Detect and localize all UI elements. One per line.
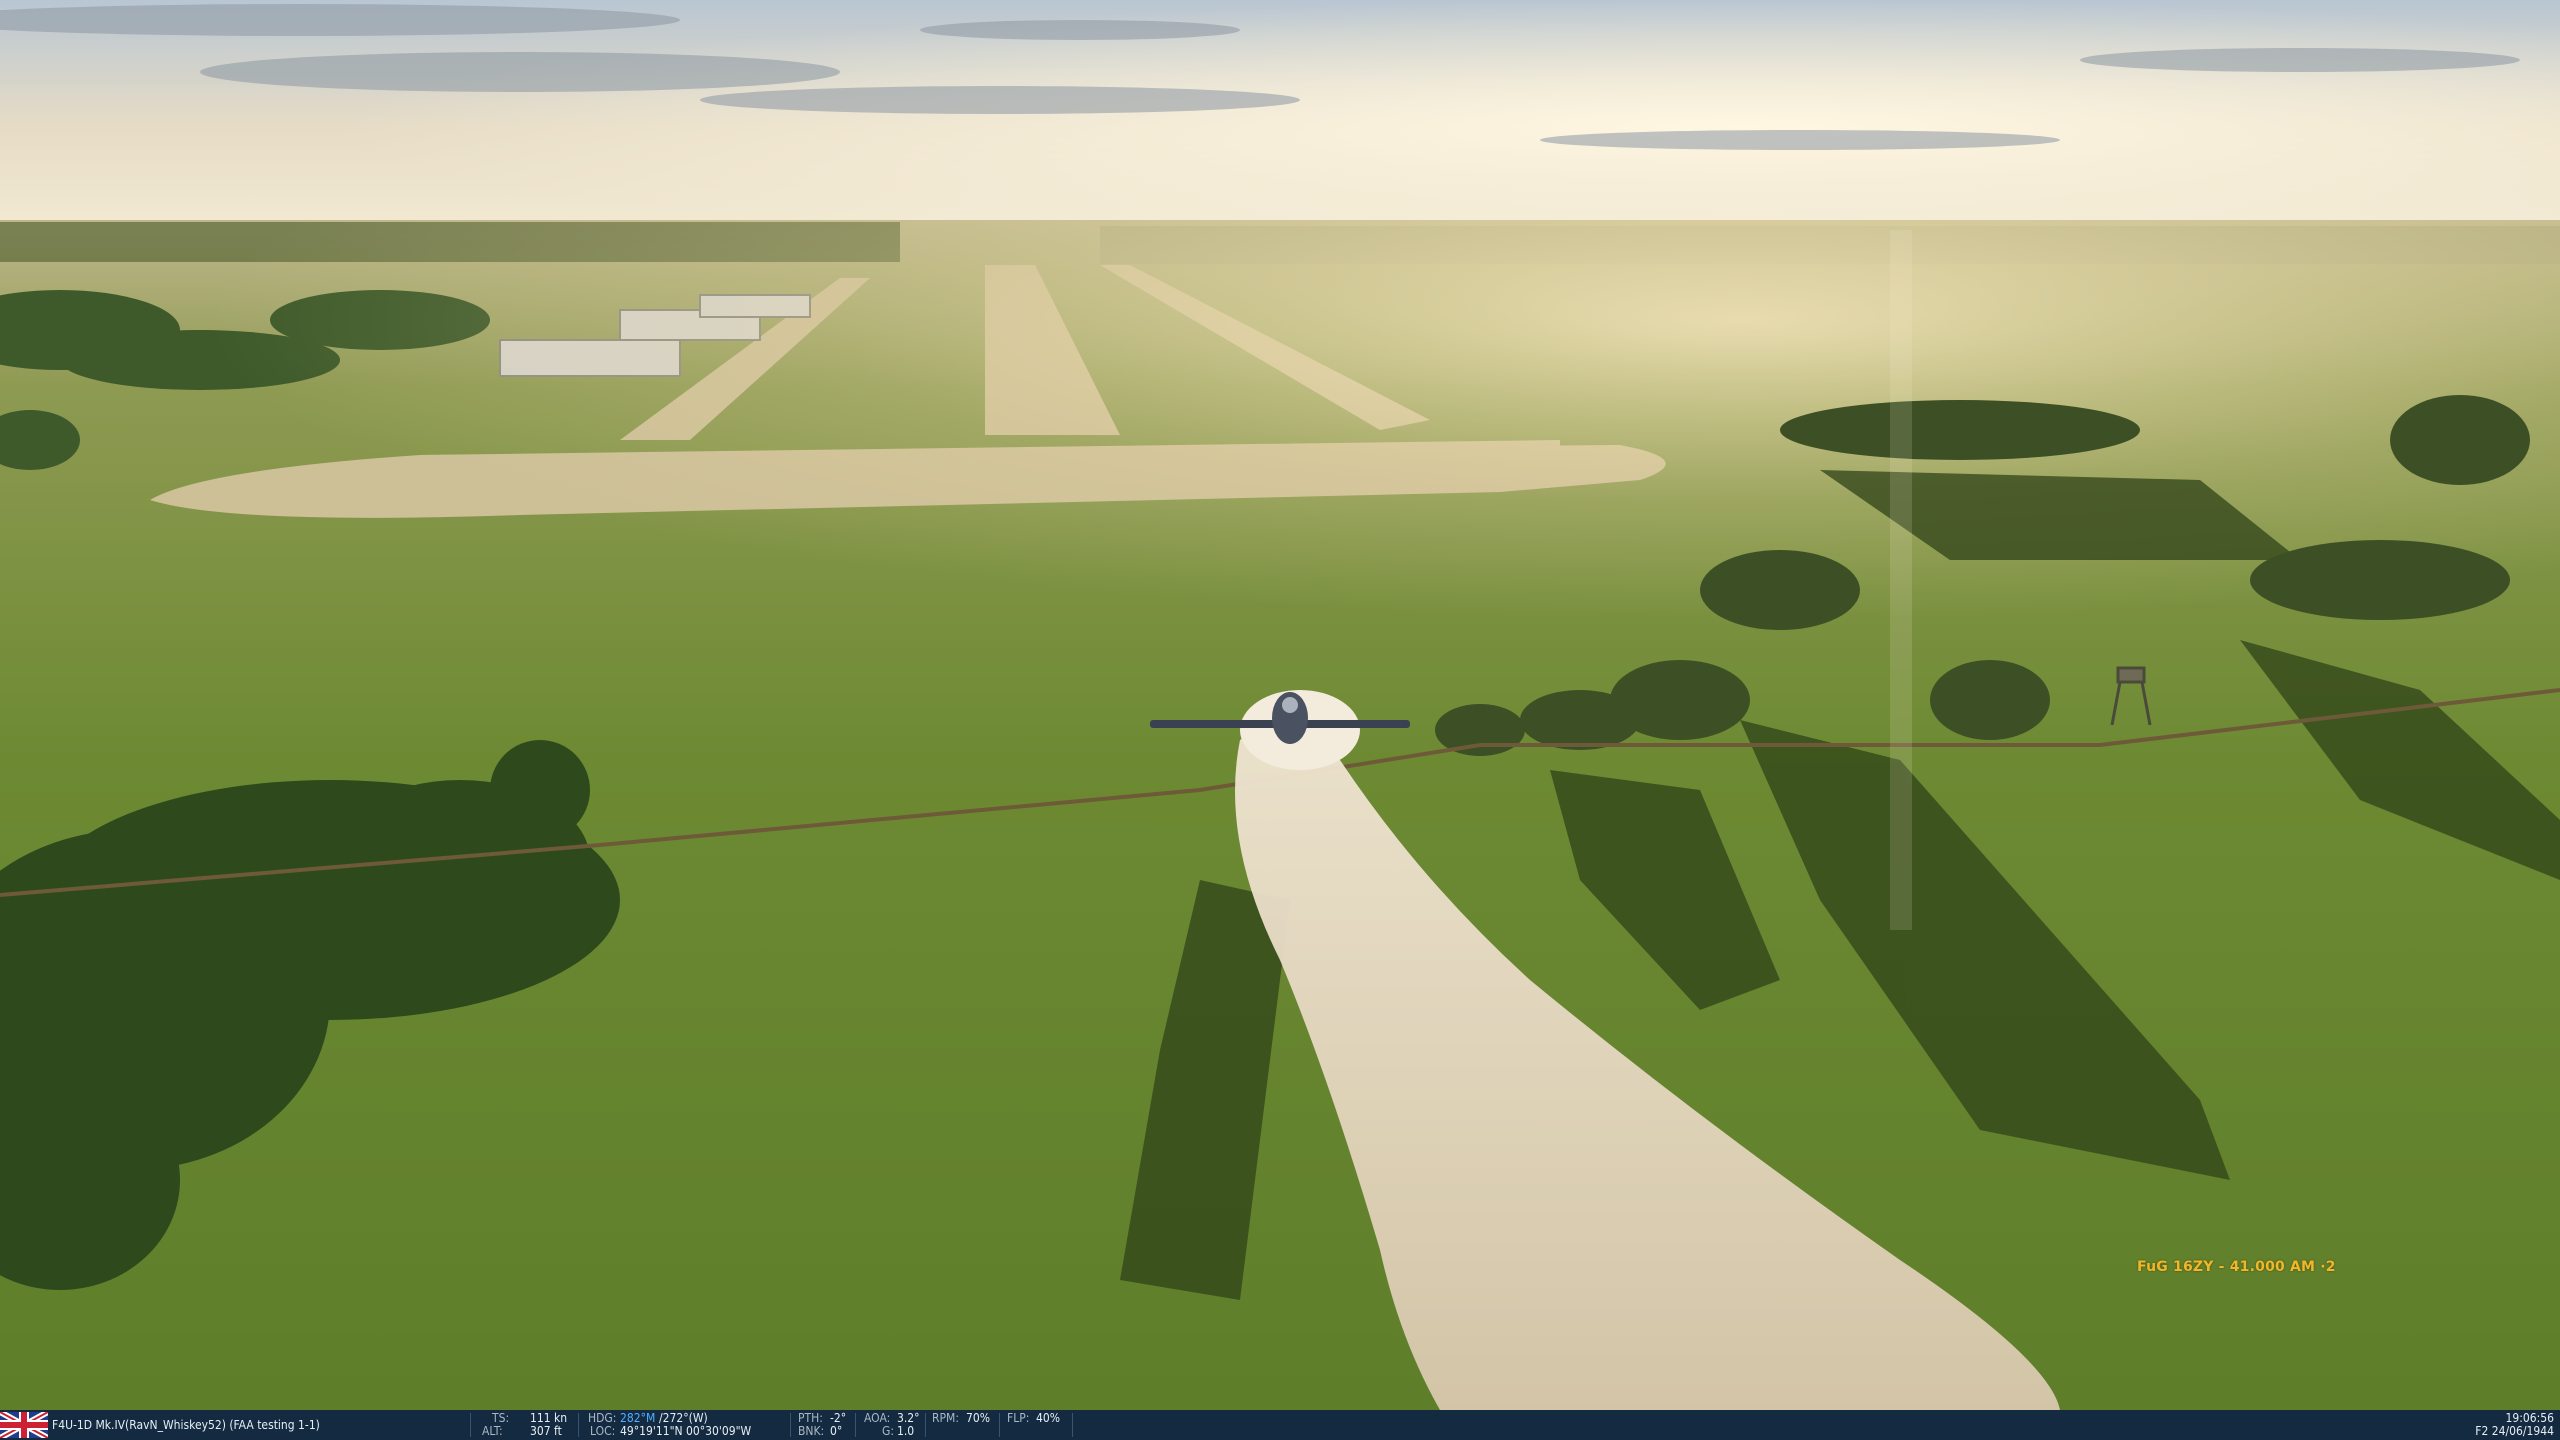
separator	[855, 1413, 856, 1437]
g-label: G:	[882, 1424, 895, 1438]
bnk-value: 0°	[830, 1424, 843, 1438]
rpm-label: RPM:	[932, 1411, 959, 1425]
uk-flag-icon	[0, 1412, 48, 1438]
status-bar: F4U-1D Mk.IV(RavN_Whiskey52) (FAA testin…	[0, 1410, 2560, 1440]
flp-value: 40%	[1036, 1411, 1060, 1425]
game-viewport	[0, 0, 2560, 1410]
alt-value: 307 ft	[530, 1424, 562, 1438]
separator	[1072, 1413, 1073, 1437]
g-value: 1.0	[897, 1424, 915, 1438]
rpm-value: 70%	[966, 1411, 990, 1425]
loc-value: 49°19'11"N 00°30'09"W	[620, 1424, 752, 1438]
separator	[790, 1413, 791, 1437]
separator	[925, 1413, 926, 1437]
alt-label: ALT:	[482, 1424, 503, 1438]
radio-frequency-label: FuG 16ZY - 41.000 AM ·2	[2137, 1259, 2336, 1275]
separator	[578, 1413, 579, 1437]
separator	[999, 1413, 1000, 1437]
aircraft-name: F4U-1D Mk.IV(RavN_Whiskey52) (FAA testin…	[52, 1418, 320, 1432]
flp-label: FLP:	[1007, 1411, 1030, 1425]
separator	[470, 1413, 471, 1437]
sim-date: F2 24/06/1944	[2475, 1424, 2554, 1438]
bnk-label: BNK:	[798, 1424, 825, 1438]
loc-label: LOC:	[590, 1424, 616, 1438]
